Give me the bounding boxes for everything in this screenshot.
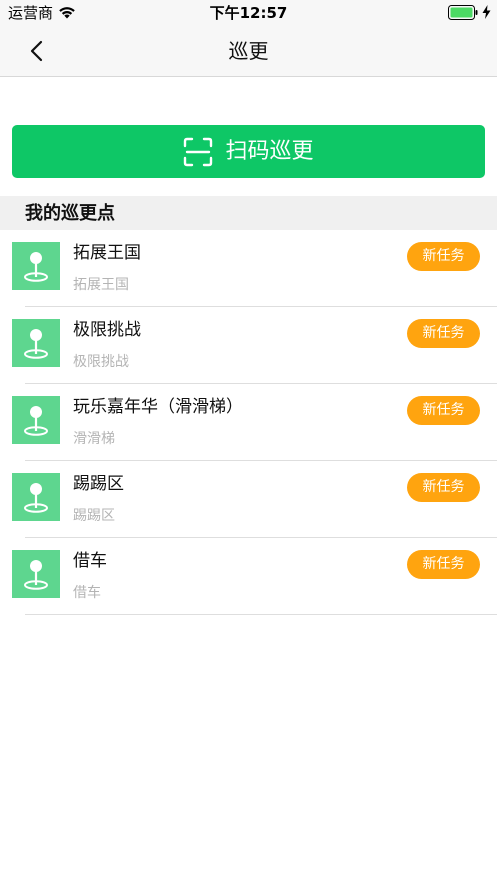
location-pin-icon xyxy=(12,550,60,598)
patrol-point-description: 滑滑梯 xyxy=(73,431,115,447)
patrol-point-item[interactable]: 拓展王国 拓展王国 新任务 xyxy=(0,230,497,307)
patrol-point-description: 拓展王国 xyxy=(73,277,129,293)
patrol-point-description: 踢踢区 xyxy=(73,508,115,524)
patrol-point-description: 极限挑战 xyxy=(73,354,129,370)
status-bar: 运营商 下午12:57 xyxy=(0,0,497,26)
location-pin-icon xyxy=(12,473,60,521)
divider xyxy=(25,614,497,615)
clock: 下午12:57 xyxy=(209,4,288,22)
section-header: 我的巡更点 xyxy=(0,196,497,230)
scan-patrol-label: 扫码巡更 xyxy=(225,138,314,164)
new-task-badge[interactable]: 新任务 xyxy=(407,473,480,502)
patrol-point-description: 借车 xyxy=(73,585,101,601)
location-pin-icon xyxy=(12,242,60,290)
battery-icon xyxy=(448,5,478,20)
patrol-point-item[interactable]: 踢踢区 踢踢区 新任务 xyxy=(0,461,497,538)
patrol-point-name: 踢踢区 xyxy=(73,474,124,494)
new-task-badge[interactable]: 新任务 xyxy=(407,550,480,579)
page-title: 巡更 xyxy=(228,39,269,63)
scan-icon xyxy=(184,137,213,166)
patrol-point-item[interactable]: 玩乐嘉年华（滑滑梯） 滑滑梯 新任务 xyxy=(0,384,497,461)
patrol-point-item[interactable]: 借车 借车 新任务 xyxy=(0,538,497,615)
charging-bolt-icon xyxy=(482,5,491,19)
location-pin-icon xyxy=(12,319,60,367)
new-task-badge[interactable]: 新任务 xyxy=(407,319,480,348)
patrol-point-name: 极限挑战 xyxy=(73,320,141,340)
patrol-point-item[interactable]: 极限挑战 极限挑战 新任务 xyxy=(0,307,497,384)
nav-bar: 巡更 xyxy=(0,26,497,77)
patrol-point-name: 玩乐嘉年华（滑滑梯） xyxy=(73,397,243,417)
patrol-point-name: 拓展王国 xyxy=(73,243,141,263)
patrol-point-name: 借车 xyxy=(73,551,107,571)
new-task-badge[interactable]: 新任务 xyxy=(407,242,480,271)
location-pin-icon xyxy=(12,396,60,444)
section-title: 我的巡更点 xyxy=(25,203,115,224)
patrol-point-list: 拓展王国 拓展王国 新任务 极限挑战 极限挑战 新任务 玩乐嘉年华（滑滑梯） 滑… xyxy=(0,230,497,615)
new-task-badge[interactable]: 新任务 xyxy=(407,396,480,425)
scan-patrol-button[interactable]: 扫码巡更 xyxy=(12,125,485,178)
